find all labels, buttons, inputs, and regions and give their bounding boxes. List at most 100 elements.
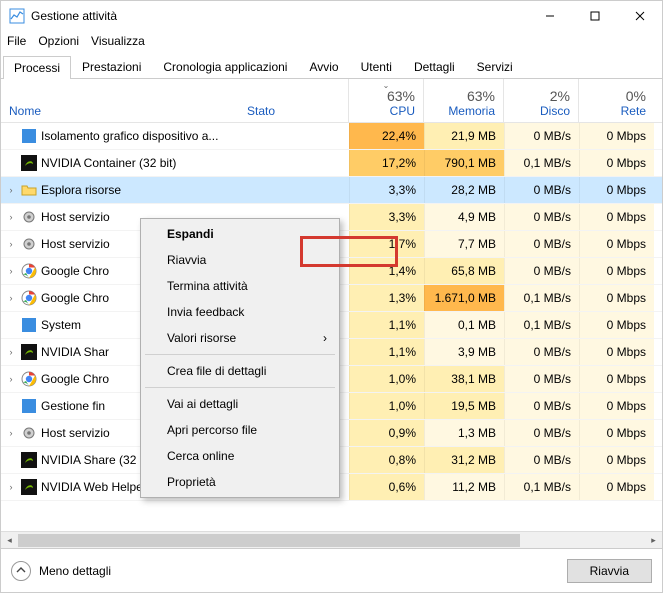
cell-network: 0 Mbps: [579, 258, 654, 284]
cell-cpu: 0,8%: [349, 447, 424, 473]
ctx-restart[interactable]: Riavvia: [143, 247, 337, 273]
expand-icon[interactable]: ›: [5, 293, 17, 303]
menu-file[interactable]: File: [7, 34, 26, 48]
expand-icon[interactable]: ›: [5, 428, 17, 438]
cell-memory: 790,1 MB: [424, 150, 504, 176]
process-name: NVIDIA Container (32 bit): [41, 156, 176, 170]
cell-disk: 0 MB/s: [504, 177, 579, 203]
fewer-details-icon[interactable]: [11, 561, 31, 581]
cell-cpu: 1,7%: [349, 231, 424, 257]
table-row[interactable]: ›Esplora risorse3,3%28,2 MB0 MB/s0 Mbps: [1, 177, 662, 204]
tab-apphistory[interactable]: Cronologia applicazioni: [152, 55, 298, 78]
minimize-button[interactable]: [527, 1, 572, 31]
col-disk[interactable]: 2% Disco: [504, 79, 579, 122]
col-memory[interactable]: 63% Memoria: [424, 79, 504, 122]
scroll-left-icon[interactable]: ◂: [1, 532, 18, 549]
cell-network: 0 Mbps: [579, 312, 654, 338]
expand-icon[interactable]: ›: [5, 212, 17, 222]
column-headers: Nome Stato ⌄ 63% CPU 63% Memoria 2% Disc…: [1, 79, 662, 123]
menu-view[interactable]: Visualizza: [91, 34, 145, 48]
scroll-right-icon[interactable]: ▸: [645, 532, 662, 549]
process-name: NVIDIA Shar: [41, 345, 109, 359]
process-name: Gestione fin: [41, 399, 105, 413]
ctx-separator: [145, 354, 335, 355]
cell-disk: 0 MB/s: [504, 366, 579, 392]
ctx-search-online[interactable]: Cerca online: [143, 443, 337, 469]
ctx-end-task[interactable]: Termina attività: [143, 273, 337, 299]
process-name: Google Chro: [41, 264, 109, 278]
cell-memory: 65,8 MB: [424, 258, 504, 284]
process-icon: [21, 290, 37, 306]
tab-services[interactable]: Servizi: [466, 55, 524, 78]
process-icon: [21, 182, 37, 198]
cell-memory: 11,2 MB: [424, 474, 504, 500]
fewer-details-link[interactable]: Meno dettagli: [39, 564, 111, 578]
footer: Meno dettagli Riavvia: [1, 548, 662, 592]
table-row[interactable]: Isolamento grafico dispositivo a...22,4%…: [1, 123, 662, 150]
expand-icon[interactable]: ›: [5, 239, 17, 249]
cell-network: 0 Mbps: [579, 204, 654, 230]
cell-cpu: 0,9%: [349, 420, 424, 446]
horizontal-scrollbar[interactable]: ◂ ▸: [1, 531, 662, 548]
maximize-button[interactable]: [572, 1, 617, 31]
tab-performance[interactable]: Prestazioni: [71, 55, 152, 78]
tabstrip: Processi Prestazioni Cronologia applicaz…: [1, 55, 662, 79]
col-cpu[interactable]: ⌄ 63% CPU: [349, 79, 424, 122]
cell-cpu: 1,1%: [349, 312, 424, 338]
ctx-resource-values[interactable]: Valori risorse: [143, 325, 337, 351]
ctx-goto-details[interactable]: Vai ai dettagli: [143, 391, 337, 417]
cell-memory: 4,9 MB: [424, 204, 504, 230]
ctx-open-location[interactable]: Apri percorso file: [143, 417, 337, 443]
context-menu: Espandi Riavvia Termina attività Invia f…: [140, 218, 340, 498]
expand-icon[interactable]: ›: [5, 482, 17, 492]
tab-processes[interactable]: Processi: [3, 56, 71, 79]
process-name: Google Chro: [41, 372, 109, 386]
cell-memory: 28,2 MB: [424, 177, 504, 203]
cell-disk: 0 MB/s: [504, 258, 579, 284]
ctx-expand[interactable]: Espandi: [143, 221, 337, 247]
ctx-feedback[interactable]: Invia feedback: [143, 299, 337, 325]
tab-startup[interactable]: Avvio: [298, 55, 349, 78]
cell-memory: 3,9 MB: [424, 339, 504, 365]
scroll-track[interactable]: [18, 532, 645, 548]
process-icon: [21, 479, 37, 495]
cell-network: 0 Mbps: [579, 339, 654, 365]
restart-button[interactable]: Riavvia: [567, 559, 652, 583]
cell-cpu: 3,3%: [349, 177, 424, 203]
tab-details[interactable]: Dettagli: [403, 55, 466, 78]
cell-memory: 38,1 MB: [424, 366, 504, 392]
cell-network: 0 Mbps: [579, 123, 654, 149]
cell-network: 0 Mbps: [579, 231, 654, 257]
col-state[interactable]: Stato: [239, 79, 349, 122]
tab-users[interactable]: Utenti: [350, 55, 403, 78]
process-name: Google Chro: [41, 291, 109, 305]
cell-disk: 0 MB/s: [504, 420, 579, 446]
menu-options[interactable]: Opzioni: [38, 34, 79, 48]
col-name[interactable]: Nome: [1, 79, 239, 122]
close-button[interactable]: [617, 1, 662, 31]
cell-memory: 7,7 MB: [424, 231, 504, 257]
expand-icon[interactable]: ›: [5, 347, 17, 357]
col-network[interactable]: 0% Rete: [579, 79, 654, 122]
cell-memory: 21,9 MB: [424, 123, 504, 149]
table-row[interactable]: NVIDIA Container (32 bit)17,2%790,1 MB0,…: [1, 150, 662, 177]
cell-cpu: 1,0%: [349, 393, 424, 419]
window-title: Gestione attività: [31, 9, 527, 23]
ctx-separator: [145, 387, 335, 388]
cell-cpu: 22,4%: [349, 123, 424, 149]
process-icon: [21, 371, 37, 387]
cell-disk: 0,1 MB/s: [504, 474, 579, 500]
process-icon: [21, 344, 37, 360]
scroll-thumb[interactable]: [18, 534, 520, 547]
expand-icon[interactable]: ›: [5, 266, 17, 276]
ctx-properties[interactable]: Proprietà: [143, 469, 337, 495]
expand-icon[interactable]: ›: [5, 374, 17, 384]
cell-network: 0 Mbps: [579, 285, 654, 311]
expand-icon[interactable]: ›: [5, 185, 17, 195]
cell-network: 0 Mbps: [579, 393, 654, 419]
ctx-create-dump[interactable]: Crea file di dettagli: [143, 358, 337, 384]
app-icon: [9, 8, 25, 24]
cell-disk: 0,1 MB/s: [504, 150, 579, 176]
process-icon: [21, 317, 37, 333]
process-name: System: [41, 318, 81, 332]
